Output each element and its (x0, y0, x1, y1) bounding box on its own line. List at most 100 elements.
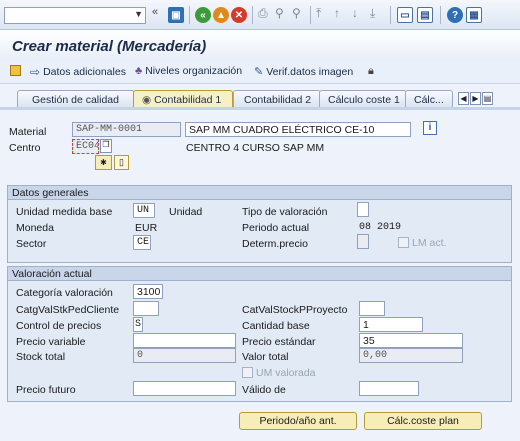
tab-contabilidad-2[interactable]: Contabilidad 2 (233, 90, 321, 108)
toolbar-separator (189, 6, 190, 24)
determ-precio-label: Determ.precio (242, 238, 308, 250)
unidad-medida-label: Unidad medida base (16, 206, 113, 218)
toolbar-separator (252, 6, 253, 24)
control-precios-field[interactable]: S (133, 317, 143, 332)
catg-val-stk-field[interactable] (133, 301, 159, 316)
edit-icon (10, 65, 21, 76)
exit-icon[interactable]: ▲ (213, 7, 229, 23)
toolbar-separator (390, 6, 391, 24)
customize-icon[interactable]: ▦ (466, 7, 482, 23)
cat-val-stock-proyecto-label: CatValStockPProyecto (242, 304, 348, 316)
find-next-icon[interactable]: ⚲ (292, 6, 301, 20)
um-valorada-checkbox[interactable] (242, 367, 253, 378)
tipo-valoracion-label: Tipo de valoración (242, 206, 328, 218)
periodo-actual-value: 08 2019 (359, 222, 402, 233)
datos-adicionales-button[interactable]: ⇨ Datos adicionales (30, 65, 126, 79)
cantidad-base-label: Cantidad base (242, 320, 310, 332)
stock-total-field[interactable]: 0 (133, 348, 236, 363)
categoria-valoracion-field[interactable]: 3100 (133, 284, 163, 299)
display-change-button[interactable] (10, 65, 21, 76)
periodo-ano-anterior-button[interactable]: Periodo/año ant. (239, 412, 357, 430)
valoracion-actual-header: Valoración actual (7, 266, 512, 281)
valor-total-field[interactable]: 0,00 (359, 348, 463, 363)
tab-gestion-calidad[interactable]: Gestión de calidad (17, 90, 135, 108)
check-data-icon: ✎ (254, 66, 264, 78)
new-session-icon[interactable]: ▭ (397, 7, 413, 23)
cat-val-stock-proyecto-field[interactable] (359, 301, 385, 316)
um-valorada-label: UM valorada (256, 367, 316, 379)
valido-de-label: Válido de (242, 384, 286, 396)
precio-variable-label: Precio variable (16, 336, 86, 348)
centro-match-icon[interactable]: ❐ (100, 139, 112, 153)
precio-variable-field[interactable] (133, 333, 236, 348)
last-page-icon[interactable]: ⤓ (370, 6, 375, 21)
valido-de-field[interactable] (359, 381, 419, 396)
unidad-medida-text: Unidad (169, 206, 203, 218)
shortcut-icon[interactable]: ▤ (417, 7, 433, 23)
application-toolbar: ⇨ Datos adicionales ♣ Niveles organizaci… (0, 60, 520, 84)
sector-label: Sector (16, 238, 47, 250)
toolbar-separator (310, 6, 311, 24)
tab-calculo-coste-1[interactable]: Cálculo coste 1 (319, 90, 407, 108)
centro-description: CENTRO 4 CURSO SAP MM (186, 142, 325, 154)
centro-label: Centro (9, 142, 41, 154)
tab-scroll-left-icon[interactable]: ◀ (458, 92, 469, 105)
next-page-icon[interactable]: ↓ (352, 6, 358, 20)
datos-generales-header: Datos generales (7, 185, 512, 200)
page-title: Crear material (Mercadería) (12, 38, 207, 55)
chevron-down-icon[interactable]: ▼ (134, 9, 143, 19)
determ-precio-field[interactable] (357, 234, 369, 249)
precio-futuro-label: Precio futuro (16, 384, 76, 396)
first-page-icon[interactable]: ⤒ (316, 6, 321, 21)
lock-icon: 🔒︎ (368, 65, 374, 77)
tab-strip: Gestión de calidad ◉ Contabilidad 1 Cont… (0, 88, 520, 108)
moneda-label: Moneda (16, 222, 54, 234)
cancel-icon[interactable]: ✕ (231, 7, 247, 23)
command-field[interactable]: ▼ (4, 7, 146, 24)
control-precios-label: Control de precios (16, 320, 102, 332)
tab-status-icon: ◉ (142, 94, 155, 106)
verif-datos-imagen-button[interactable]: ✎ Verif.datos imagen (254, 65, 353, 79)
arrow-right-icon: ⇨ (30, 65, 41, 79)
tab-list-icon[interactable]: ▤ (482, 92, 493, 105)
precio-estandar-field[interactable]: 35 (359, 333, 463, 348)
niveles-organizacion-button[interactable]: ♣ Niveles organización (135, 65, 242, 77)
find-icon[interactable]: ⚲ (275, 6, 284, 20)
calc-coste-plan-button[interactable]: Cálc.coste plan (364, 412, 482, 430)
stock-total-label: Stock total (16, 351, 66, 363)
prev-page-icon[interactable]: ↑ (334, 6, 340, 20)
save-icon[interactable]: ▣ (168, 7, 184, 23)
collapse-icon[interactable]: « (152, 6, 158, 18)
standard-toolbar: ▼ « ▣ « ▲ ✕ ⎙ ⚲ ⚲ ⤒ ↑ ↓ ⤓ ▭ ▤ ? ▦ (0, 0, 520, 30)
sector-field[interactable]: CE (133, 235, 151, 250)
info-icon[interactable]: i (423, 121, 437, 135)
valor-total-label: Valor total (242, 351, 289, 363)
tipo-valoracion-field[interactable] (357, 202, 369, 217)
org-data-icon[interactable]: ✱ (95, 155, 112, 170)
material-label: Material (9, 126, 47, 138)
lm-act-label: LM act. (412, 237, 447, 249)
material-description-field[interactable]: SAP MM CUADRO ELÉCTRICO CE-10 (185, 122, 411, 137)
precio-estandar-label: Precio estándar (242, 336, 316, 348)
title-bar: Crear material (Mercadería) (0, 30, 520, 60)
cantidad-base-field[interactable]: 1 (359, 317, 423, 332)
precio-futuro-field[interactable] (133, 381, 236, 396)
catg-val-stk-label: CatgValStkPedCliente (16, 304, 120, 316)
tab-divider (0, 107, 520, 110)
unidad-medida-field[interactable]: UN (133, 203, 155, 218)
help-icon[interactable]: ? (447, 7, 463, 23)
back-icon[interactable]: « (195, 7, 211, 23)
periodo-actual-label: Periodo actual (242, 222, 310, 234)
lock-button[interactable]: 🔒︎ (368, 65, 374, 78)
material-field[interactable]: SAP-MM-0001 (72, 122, 181, 137)
print-icon[interactable]: ⎙ (258, 6, 268, 21)
centro-field[interactable]: EC04 (72, 139, 99, 154)
tab-contabilidad-1[interactable]: ◉ Contabilidad 1 (133, 90, 233, 108)
lm-act-checkbox[interactable] (398, 237, 409, 248)
tab-calc-more[interactable]: Cálc... (405, 90, 453, 108)
categoria-valoracion-label: Categoría valoración (16, 287, 113, 299)
document-icon[interactable]: ▯ (114, 155, 129, 170)
tab-scroll-right-icon[interactable]: ▶ (470, 92, 481, 105)
toolbar-separator (440, 6, 441, 24)
moneda-value: EUR (135, 222, 158, 234)
